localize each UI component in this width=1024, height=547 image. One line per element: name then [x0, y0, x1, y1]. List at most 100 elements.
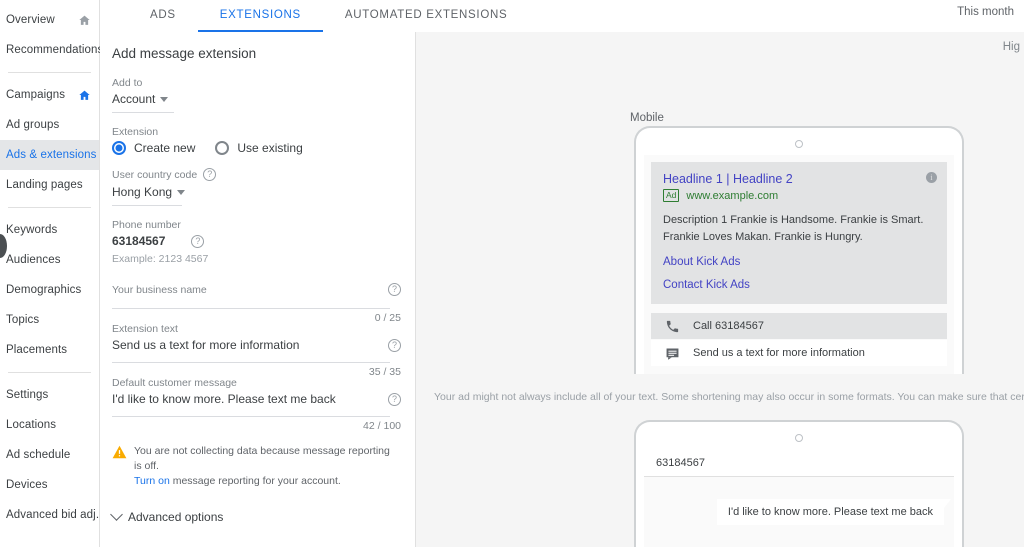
radio-create-new[interactable] — [112, 141, 126, 155]
message-extension-label: Send us a text for more information — [693, 347, 865, 359]
radio-use-existing-label[interactable]: Use existing — [237, 141, 302, 155]
sidebar-item-label: Ad schedule — [6, 449, 71, 461]
country-code-select[interactable]: Hong Kong — [112, 185, 401, 199]
tab-ads[interactable]: ADS — [128, 0, 198, 32]
ad-headline[interactable]: Headline 1 | Headline 2 — [663, 172, 935, 186]
phone-number-input-row[interactable]: 63184567 ? — [112, 234, 401, 248]
sidebar-item-label: Campaigns — [6, 89, 66, 101]
sidebar-item-label: Ad groups — [6, 119, 60, 131]
country-code-label-row: User country code ? — [112, 168, 401, 181]
sidebar-item-recommendations[interactable]: Recommendations — [0, 35, 103, 65]
reporting-warning: You are not collecting data because mess… — [112, 444, 401, 490]
tab-automated-extensions[interactable]: AUTOMATED EXTENSIONS — [323, 0, 529, 32]
message-thread: I'd like to know more. Please text me ba… — [644, 477, 954, 547]
default-message-field: Default customer message I'd like to kno… — [112, 377, 401, 432]
sidebar-item-demographics[interactable]: Demographics — [0, 275, 99, 305]
info-icon[interactable]: i — [926, 172, 937, 183]
turn-on-link[interactable]: Turn on — [134, 475, 170, 487]
extension-text-label: Extension text — [112, 323, 178, 335]
sidebar-item-clipped[interactable] — [0, 530, 99, 547]
phone-camera-icon — [795, 140, 803, 148]
add-to-label: Add to — [112, 77, 143, 89]
main-content: ADS EXTENSIONS AUTOMATED EXTENSIONS This m… — [100, 0, 1024, 547]
sidebar-item-advanced-bid-adj[interactable]: Advanced bid adj. — [0, 500, 99, 530]
device-label: Mobile — [630, 112, 664, 124]
help-icon-country-code[interactable]: ? — [203, 168, 217, 181]
sidebar-item-placements[interactable]: Placements — [0, 335, 99, 365]
sidebar-divider — [8, 372, 91, 373]
sidebar-item-audiences[interactable]: Audiences — [0, 245, 99, 275]
ad-url-row: Ad www.example.com — [663, 189, 935, 202]
sidebar-item-ads-extensions[interactable]: Ads & extensions — [0, 140, 99, 170]
date-range-selector[interactable]: This month — [957, 6, 1014, 18]
sidebar-item-devices[interactable]: Devices — [0, 470, 99, 500]
default-message-row[interactable]: I'd like to know more. Please text me ba… — [112, 392, 401, 406]
message-icon — [666, 348, 679, 360]
help-icon-extension-text[interactable]: ? — [388, 338, 401, 352]
phone-icon — [666, 320, 679, 332]
message-extension-form: Add message extension Add to Account Ext… — [100, 32, 416, 547]
add-to-field: Add to Account — [112, 77, 401, 113]
sidebar-item-topics[interactable]: Topics — [0, 305, 99, 335]
sidebar-item-label: Keywords — [6, 224, 58, 236]
sitelink-about[interactable]: About Kick Ads — [663, 256, 935, 268]
phone-preview-serp: i Headline 1 | Headline 2 Ad www.example… — [634, 126, 964, 374]
extension-text-row[interactable]: Send us a text for more information ? — [112, 338, 401, 352]
sidebar-item-overview[interactable]: Overview — [0, 5, 99, 35]
sidebar-item-campaigns[interactable]: Campaigns — [0, 80, 99, 110]
sidebar-divider — [8, 72, 91, 73]
sidebar-item-label: Audiences — [6, 254, 61, 266]
clipped-right-label: Hig — [1002, 41, 1020, 53]
home-icon — [79, 15, 90, 25]
extension-field: Extension Create new Use existing — [112, 126, 401, 155]
add-to-select[interactable]: Account — [112, 92, 401, 106]
ad-description: Description 1 Frankie is Handsome. Frank… — [663, 214, 924, 243]
ad-display-url: www.example.com — [686, 189, 779, 202]
country-code-value: Hong Kong — [112, 185, 173, 199]
phone-number-hint: Example: 2123 4567 — [112, 253, 209, 265]
sitelink-contact[interactable]: Contact Kick Ads — [663, 279, 935, 304]
sidebar-item-label: Settings — [6, 389, 49, 401]
phone-camera-icon — [795, 434, 803, 442]
phone-number-value: 63184567 — [112, 234, 166, 248]
sidebar-item-label: Overview — [6, 14, 55, 26]
sidebar-item-settings[interactable]: Settings — [0, 380, 99, 410]
country-code-label: User country code — [112, 168, 198, 181]
business-name-row[interactable]: Your business name ? — [112, 283, 401, 296]
business-name-field: Your business name ? 0 / 25 — [112, 283, 401, 324]
messaging-screen: 63184567 I'd like to know more. Please t… — [644, 449, 954, 547]
content-area: Add message extension Add to Account Ext… — [100, 32, 1024, 547]
sidebar-item-label: Locations — [6, 419, 57, 431]
sidebar-item-locations[interactable]: Locations — [0, 410, 99, 440]
help-icon-default-message[interactable]: ? — [388, 392, 401, 406]
sidebar-divider — [8, 207, 91, 208]
phone-preview-messaging: 63184567 I'd like to know more. Please t… — [634, 420, 964, 547]
warning-line-1: You are not collecting data because mess… — [134, 445, 390, 473]
extension-label: Extension — [112, 126, 159, 138]
message-extension-row[interactable]: Send us a text for more information — [651, 340, 947, 366]
ad-card: i Headline 1 | Headline 2 Ad www.example… — [651, 162, 947, 304]
extension-text-field: Extension text Send us a text for more i… — [112, 323, 401, 378]
tab-extensions[interactable]: EXTENSIONS — [197, 0, 324, 32]
phone-number-label: Phone number — [112, 219, 181, 231]
home-icon — [79, 90, 90, 100]
add-to-underline — [112, 112, 174, 113]
call-extension-row[interactable]: Call 63184567 — [651, 313, 947, 339]
sidebar-item-keywords[interactable]: Keywords — [0, 215, 99, 245]
business-name-underline — [112, 308, 390, 309]
help-icon-phone-number[interactable]: ? — [191, 234, 205, 248]
preview-disclaimer: Your ad might not always include all of … — [434, 391, 1024, 403]
sidebar-item-landing-pages[interactable]: Landing pages — [0, 170, 99, 200]
advanced-options-toggle[interactable]: Advanced options — [110, 508, 401, 524]
business-name-label: Your business name — [112, 283, 207, 296]
help-icon-business-name[interactable]: ? — [388, 283, 401, 296]
radio-create-new-label[interactable]: Create new — [134, 141, 195, 155]
sidebar-item-ad-groups[interactable]: Ad groups — [0, 110, 99, 140]
radio-use-existing[interactable] — [215, 141, 230, 155]
extension-text-underline — [112, 362, 390, 363]
chevron-down-icon — [177, 189, 186, 195]
warning-text: You are not collecting data because mess… — [134, 444, 397, 490]
message-bubble: I'd like to know more. Please text me ba… — [716, 499, 952, 525]
sidebar-item-ad-schedule[interactable]: Ad schedule — [0, 440, 99, 470]
sidebar-item-label: Recommendations — [6, 44, 104, 56]
